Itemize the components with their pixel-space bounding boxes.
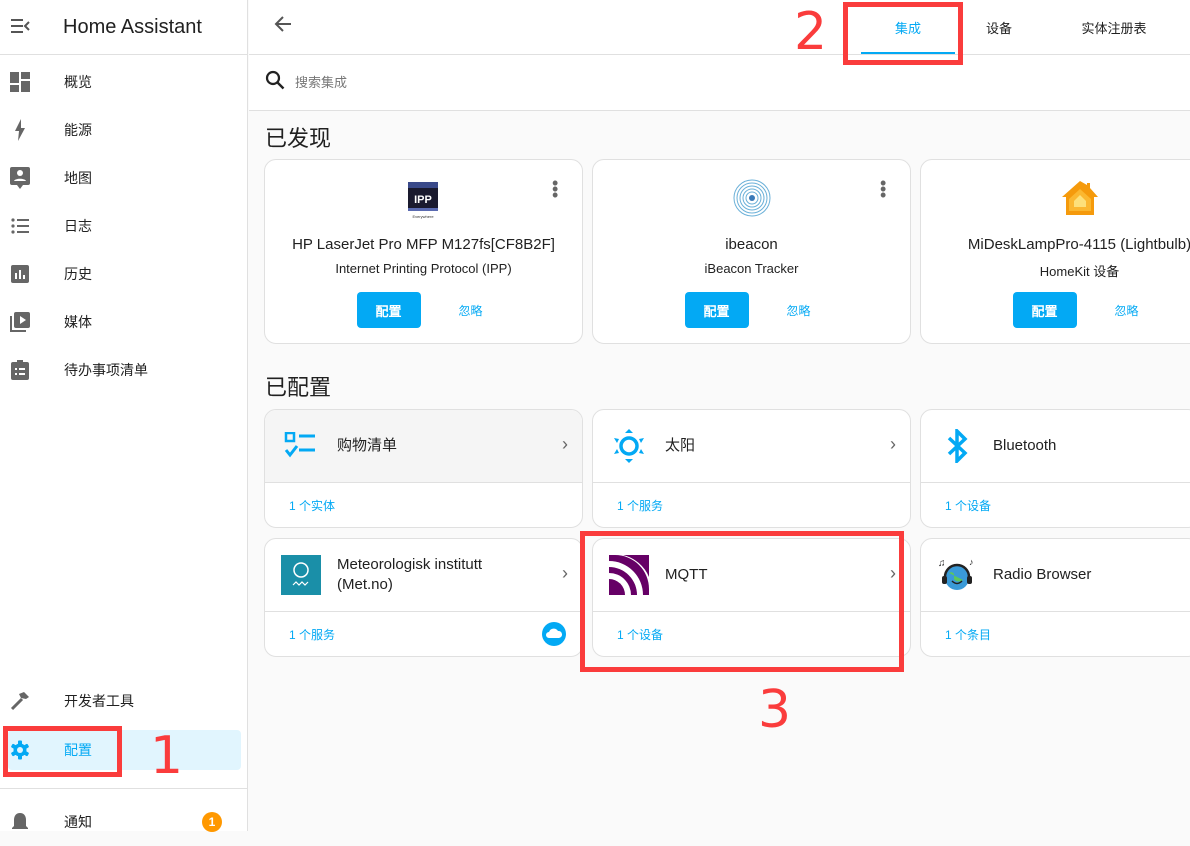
top-bar: 集成 设备 实体注册表: [249, 0, 1190, 55]
discovered-card: MiDeskLampPro-4115 (Lightbulb) HomeKit 设…: [920, 159, 1190, 344]
device-count-link[interactable]: 1 个设备: [921, 483, 1190, 527]
annotation-number-2: 2: [794, 2, 828, 62]
sidebar-item-media[interactable]: 媒体: [0, 298, 248, 346]
dashboard-icon: [0, 72, 40, 92]
sidebar-item-overview[interactable]: 概览: [0, 58, 248, 106]
back-arrow-icon[interactable]: [273, 14, 293, 40]
bell-icon: [0, 812, 40, 832]
annotation-number-3: 3: [758, 680, 792, 740]
sidebar-item-developer-tools[interactable]: 开发者工具: [0, 677, 248, 725]
list-icon: [0, 218, 40, 234]
integration-name: 购物清单: [337, 437, 398, 454]
cloud-icon: [542, 622, 566, 646]
ignore-button[interactable]: 忽略: [1087, 292, 1167, 328]
integration-card-shopping-list[interactable]: 购物清单 › 1 个实体: [264, 409, 583, 528]
annotation-box-1: [3, 726, 122, 777]
svg-text:♫: ♫: [938, 558, 946, 569]
entry-count-link[interactable]: 1 个条目: [921, 612, 1190, 656]
configure-button[interactable]: 配置: [684, 292, 749, 328]
integration-name: Meteorologisk institutt (Met.no): [337, 556, 483, 593]
search-input[interactable]: [295, 75, 695, 90]
discovered-card: IPP Everywhere • • • HP LaserJet Pro MFP M1…: [264, 159, 583, 344]
ipp-logo: IPP Everywhere: [265, 176, 582, 222]
device-name: ibeacon: [725, 236, 778, 253]
radio-browser-logo: ♫ ♪: [937, 555, 977, 595]
integration-card-radio-browser[interactable]: ♫ ♪ Radio Browser 1 个条目: [920, 538, 1190, 657]
service-count-link[interactable]: 1 个服务: [593, 483, 910, 527]
sidebar-divider: [0, 788, 248, 789]
sidebar-item-notifications[interactable]: 通知 1: [0, 798, 248, 846]
search-bar: [249, 55, 1190, 111]
notification-badge: 1: [202, 812, 222, 832]
entity-count-link[interactable]: 1 个实体: [265, 483, 582, 527]
configure-button[interactable]: 配置: [356, 292, 421, 328]
chevron-right-icon[interactable]: ›: [562, 434, 568, 455]
play-box-icon: [0, 312, 40, 332]
clipboard-list-icon: [0, 360, 40, 380]
svg-text:♪: ♪: [969, 557, 974, 567]
device-name: MiDeskLampPro-4115 (Lightbulb): [967, 236, 1190, 253]
more-options-icon[interactable]: • • •: [552, 174, 558, 204]
integration-name: Bluetooth: [993, 437, 1057, 454]
chevron-right-icon[interactable]: ›: [562, 563, 568, 584]
discovered-card: • • • ibeacon iBeacon Tracker 配置 忽略: [592, 159, 911, 344]
hammer-icon: [0, 691, 40, 711]
sidebar-item-history[interactable]: 历史: [0, 250, 248, 298]
annotation-box-3: [580, 531, 904, 672]
lightning-icon: [0, 119, 40, 141]
device-name: HP LaserJet Pro MFP M127fs[CF8B2F]: [292, 236, 555, 253]
sidebar: Home Assistant 概览 能源 地图 日志 历史 媒体 待办事项清单 …: [0, 0, 248, 832]
tab-entities[interactable]: 实体注册表: [1059, 0, 1169, 54]
svg-text:IPP: IPP: [414, 194, 432, 206]
integration-name: HomeKit 设备: [1039, 264, 1120, 279]
sidebar-item-logbook[interactable]: 日志: [0, 202, 248, 250]
integration-name: iBeacon Tracker: [704, 261, 799, 276]
integration-name: Internet Printing Protocol (IPP): [335, 261, 512, 276]
search-icon: [265, 70, 287, 95]
integration-card-sun[interactable]: 太阳 › 1 个服务: [592, 409, 911, 528]
ignore-button[interactable]: 忽略: [431, 292, 511, 328]
annotation-number-1: 1: [150, 726, 184, 786]
map-person-icon: [0, 167, 40, 189]
ibeacon-logo: [593, 176, 910, 222]
integration-name: Radio Browser: [993, 566, 1092, 583]
menu-collapse-icon[interactable]: [0, 16, 40, 39]
integration-card-bluetooth[interactable]: Bluetooth 1 个设备: [920, 409, 1190, 528]
met-no-logo: [281, 555, 321, 595]
section-title-configured: 已配置: [265, 375, 332, 400]
ignore-button[interactable]: 忽略: [759, 292, 839, 328]
tab-devices[interactable]: 设备: [959, 0, 1039, 54]
shopping-list-icon: [281, 426, 321, 466]
sidebar-item-map[interactable]: 地图: [0, 154, 248, 202]
sun-icon: [609, 426, 649, 466]
integration-card-met-no[interactable]: Meteorologisk institutt (Met.no) › 1 个服务: [264, 538, 583, 657]
sidebar-item-todo[interactable]: 待办事项清单: [0, 346, 248, 394]
sidebar-item-energy[interactable]: 能源: [0, 106, 248, 154]
more-options-icon[interactable]: • • •: [880, 174, 886, 204]
service-count-link[interactable]: 1 个服务: [289, 626, 335, 643]
chart-bar-icon: [0, 265, 40, 283]
bluetooth-icon: [937, 426, 977, 466]
section-title-discovered: 已发现: [265, 126, 332, 151]
annotation-box-2: [843, 2, 963, 65]
chevron-right-icon[interactable]: ›: [890, 434, 896, 455]
configure-button[interactable]: 配置: [1012, 292, 1077, 328]
integration-name: 太阳: [665, 437, 696, 454]
svg-text:Everywhere: Everywhere: [412, 214, 434, 219]
app-title: Home Assistant: [63, 15, 202, 38]
homekit-logo: [921, 176, 1190, 222]
